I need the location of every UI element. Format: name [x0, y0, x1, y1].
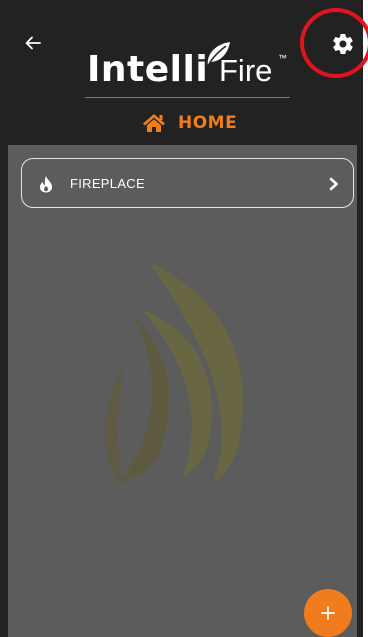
chevron-right-icon	[329, 177, 338, 191]
home-icon	[143, 114, 165, 132]
home-label: HOME	[178, 113, 238, 133]
plus-icon	[321, 606, 335, 620]
device-card-fireplace[interactable]: FIREPLACE	[21, 158, 354, 208]
header-divider	[85, 97, 290, 98]
logo-brand-bold: Intelli	[87, 49, 209, 90]
back-button[interactable]	[22, 32, 44, 54]
app-screen: Intelli Fire ™ HOME FIREPLACE	[0, 0, 363, 637]
device-list-area: FIREPLACE	[8, 145, 357, 637]
logo-brand-light: Fire	[219, 53, 273, 88]
flame-icon	[40, 176, 52, 193]
add-device-button[interactable]	[304, 589, 352, 637]
flame-watermark-icon	[104, 261, 244, 483]
settings-highlight-circle	[300, 8, 368, 78]
screen-edge	[363, 0, 368, 637]
logo-trademark: ™	[278, 53, 287, 63]
home-nav[interactable]: HOME	[142, 110, 237, 136]
intellifire-logo: Intelli Fire ™	[82, 40, 302, 92]
device-label: FIREPLACE	[70, 176, 145, 191]
arrow-left-icon	[25, 36, 41, 50]
